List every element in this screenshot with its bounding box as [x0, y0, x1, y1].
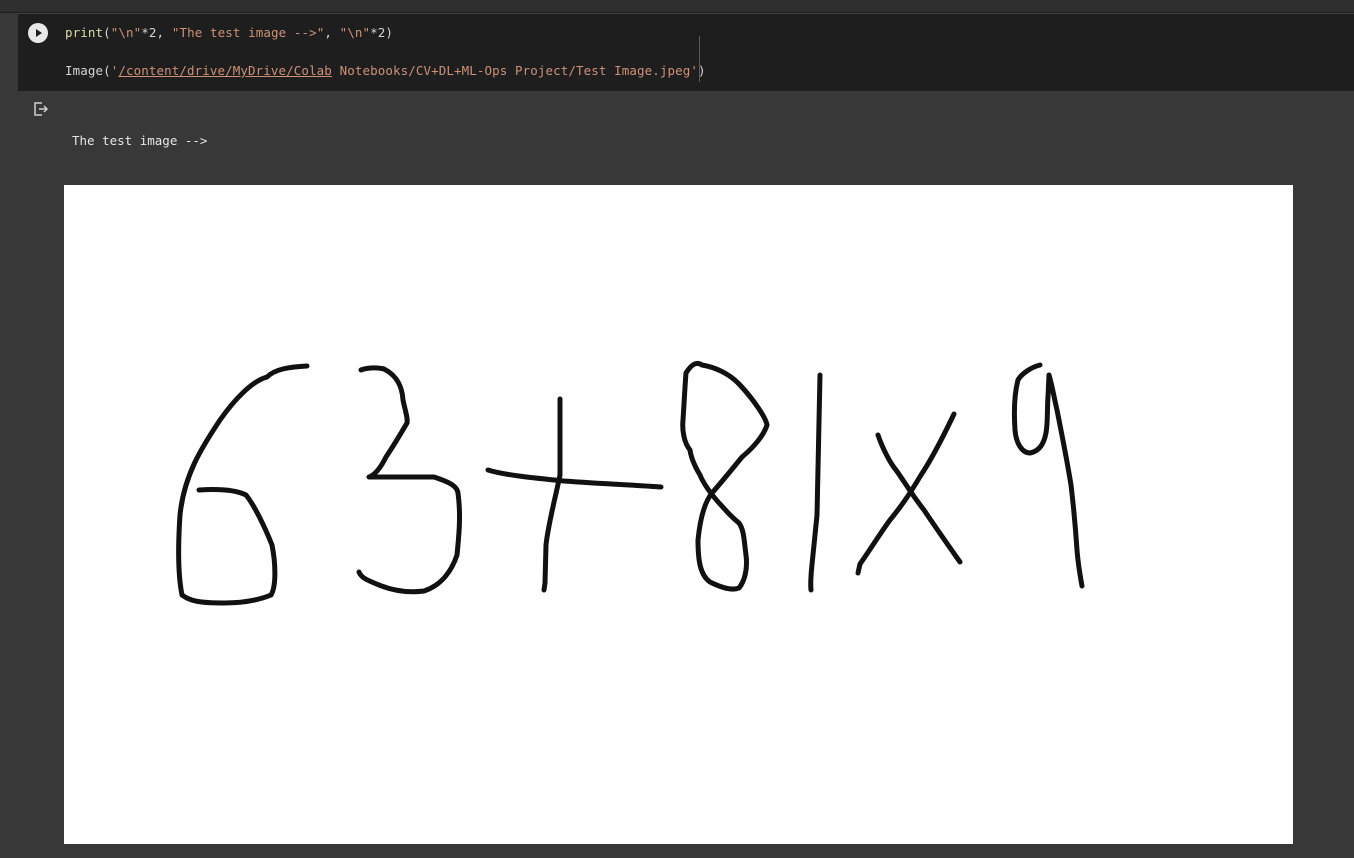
code-line-image[interactable]: Image('/content/drive/MyDrive/Colab Note…	[65, 63, 706, 78]
code-image-path-link[interactable]: /content/drive/MyDrive/Colab	[118, 63, 332, 78]
code-print-arg3: "\n"	[339, 25, 371, 40]
toolbar-strip	[0, 0, 1354, 13]
text-cursor	[699, 36, 700, 82]
code-print-arg1: "\n"	[110, 25, 142, 40]
code-image-path-rest: Notebooks/CV+DL+ML-Ops Project/Test Imag…	[331, 63, 698, 78]
play-icon	[28, 23, 48, 43]
code-print-op1: *2,	[141, 25, 172, 40]
output-icon-glyph	[34, 102, 49, 116]
code-cell[interactable]: print("\n"*2, "The test image -->", "\n"…	[18, 13, 1354, 91]
code-print-sep: ,	[324, 25, 340, 40]
output-stdout-text: The test image -->	[72, 133, 208, 148]
run-cell-button[interactable]	[28, 23, 48, 43]
code-print-arg2: "The test image -->"	[171, 25, 325, 40]
code-print-fn: print	[65, 25, 104, 40]
output-redirect-icon[interactable]	[33, 101, 49, 117]
code-print-open: (	[103, 25, 111, 40]
handwriting-drawing	[176, 360, 1085, 606]
code-print-op2: *2)	[370, 25, 393, 40]
code-line-print[interactable]: print("\n"*2, "The test image -->", "\n"…	[65, 25, 393, 40]
code-image-fn: Image(	[65, 63, 111, 78]
notebook-page: print("\n"*2, "The test image -->", "\n"…	[0, 0, 1354, 858]
handwritten-digits-image	[64, 185, 1293, 844]
